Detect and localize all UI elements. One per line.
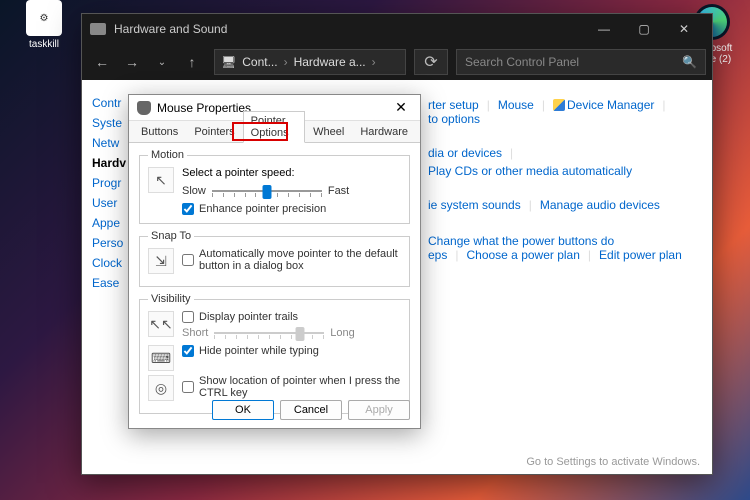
- ctrl-locate-icon: ◎: [148, 375, 174, 401]
- control-panel-icon: 🖥: [221, 55, 236, 69]
- link[interactable]: Change what the power buttons do: [428, 234, 614, 248]
- hide-typing-icon: ⌨: [148, 345, 174, 371]
- snap-to-label: Automatically move pointer to the defaul…: [199, 248, 401, 272]
- slow-label: Slow: [182, 185, 206, 197]
- group-legend: Snap To: [148, 230, 194, 242]
- ok-button[interactable]: OK: [212, 400, 274, 420]
- ctrl-locate-checkbox[interactable]: [182, 381, 194, 393]
- chevron-right-icon[interactable]: ›: [372, 55, 376, 69]
- search-placeholder: Search Control Panel: [465, 55, 579, 69]
- address-bar[interactable]: 🖥 Cont... › Hardware a... ›: [214, 49, 406, 75]
- link-mouse[interactable]: Mouse: [498, 98, 534, 112]
- hardware-icon: [90, 23, 106, 35]
- pointer-trails-checkbox[interactable]: [182, 311, 194, 323]
- close-button[interactable]: ✕: [390, 98, 412, 118]
- hide-while-typing-label: Hide pointer while typing: [199, 345, 319, 357]
- link[interactable]: Edit power plan: [599, 248, 682, 262]
- pointer-speed-label: Select a pointer speed:: [182, 167, 401, 179]
- tab-hardware[interactable]: Hardware: [352, 122, 416, 142]
- link[interactable]: ie system sounds: [428, 198, 521, 212]
- batch-file-icon: ⚙: [26, 0, 62, 36]
- link[interactable]: Manage audio devices: [540, 198, 660, 212]
- up-button[interactable]: ↑: [178, 48, 206, 76]
- link-device-manager[interactable]: Device Manager: [567, 98, 654, 112]
- maximize-button[interactable]: ▢: [624, 14, 664, 44]
- breadcrumb-seg[interactable]: Cont...: [242, 55, 277, 69]
- group-motion: Motion ↖ Select a pointer speed: Slow Fa…: [139, 149, 410, 224]
- recent-dropdown[interactable]: ⌄: [148, 48, 176, 76]
- group-visibility: Visibility ↖↖ Display pointer trails Sho…: [139, 293, 410, 414]
- refresh-button[interactable]: ⟳: [414, 49, 448, 75]
- chevron-right-icon[interactable]: ›: [284, 55, 288, 69]
- cancel-button[interactable]: Cancel: [280, 400, 342, 420]
- pointer-speed-icon: ↖: [148, 167, 174, 193]
- fast-label: Fast: [328, 185, 349, 197]
- navigation-toolbar: ← → ⌄ ↑ 🖥 Cont... › Hardware a... › ⟳ Se…: [82, 44, 712, 80]
- activation-watermark: Go to Settings to activate Windows.: [526, 456, 700, 468]
- enhance-precision-label: Enhance pointer precision: [199, 203, 326, 215]
- link[interactable]: to options: [428, 112, 480, 126]
- mouse-icon: [137, 101, 151, 115]
- window-titlebar[interactable]: Hardware and Sound — ▢ ✕: [82, 14, 712, 44]
- snap-to-icon: ⇲: [148, 248, 174, 274]
- shield-icon: [553, 99, 565, 111]
- mouse-properties-dialog: Mouse Properties ✕ Buttons Pointers Poin…: [128, 94, 421, 429]
- ctrl-locate-label: Show location of pointer when I press th…: [199, 375, 401, 399]
- search-icon: 🔍: [682, 55, 697, 69]
- group-legend: Motion: [148, 149, 187, 161]
- link[interactable]: rter setup: [428, 98, 479, 112]
- close-button[interactable]: ✕: [664, 14, 704, 44]
- back-button[interactable]: ←: [88, 48, 116, 76]
- pointer-trails-label: Display pointer trails: [199, 311, 298, 323]
- pointer-speed-slider[interactable]: [212, 183, 322, 199]
- forward-button[interactable]: →: [118, 48, 146, 76]
- hide-while-typing-checkbox[interactable]: [182, 345, 194, 357]
- enhance-precision-checkbox[interactable]: [182, 203, 194, 215]
- tab-pointers[interactable]: Pointers: [186, 122, 242, 142]
- category-autoplay: dia or devices| Play CDs or other media …: [428, 146, 698, 178]
- group-snapto: Snap To ⇲ Automatically move pointer to …: [139, 230, 410, 287]
- category-devices: rter setup| Mouse| Device Manager| to op…: [428, 98, 698, 126]
- desktop-icon-label: taskkill: [29, 39, 59, 50]
- category-sound: ie system sounds| Manage audio devices: [428, 198, 698, 212]
- snap-to-checkbox[interactable]: [182, 254, 194, 266]
- pointer-trails-slider: [214, 325, 324, 341]
- pointer-trails-icon: ↖↖: [148, 311, 174, 337]
- breadcrumb-seg[interactable]: Hardware a...: [294, 55, 366, 69]
- link[interactable]: Play CDs or other media automatically: [428, 164, 632, 178]
- apply-button[interactable]: Apply: [348, 400, 410, 420]
- long-label: Long: [330, 327, 354, 339]
- category-power: Change what the power buttons do eps| Ch…: [428, 234, 698, 262]
- desktop-icon-taskkill[interactable]: ⚙ taskkill: [14, 0, 74, 50]
- tab-wheel[interactable]: Wheel: [305, 122, 352, 142]
- tab-pointer-options[interactable]: Pointer Options: [243, 111, 305, 143]
- group-legend: Visibility: [148, 293, 194, 305]
- minimize-button[interactable]: —: [584, 14, 624, 44]
- window-title: Hardware and Sound: [114, 22, 584, 36]
- search-input[interactable]: Search Control Panel 🔍: [456, 49, 706, 75]
- short-label: Short: [182, 327, 208, 339]
- dialog-tabs: Buttons Pointers Pointer Options Wheel H…: [129, 121, 420, 143]
- link[interactable]: eps: [428, 248, 447, 262]
- link[interactable]: Choose a power plan: [466, 248, 579, 262]
- tab-buttons[interactable]: Buttons: [133, 122, 186, 142]
- link[interactable]: dia or devices: [428, 146, 502, 160]
